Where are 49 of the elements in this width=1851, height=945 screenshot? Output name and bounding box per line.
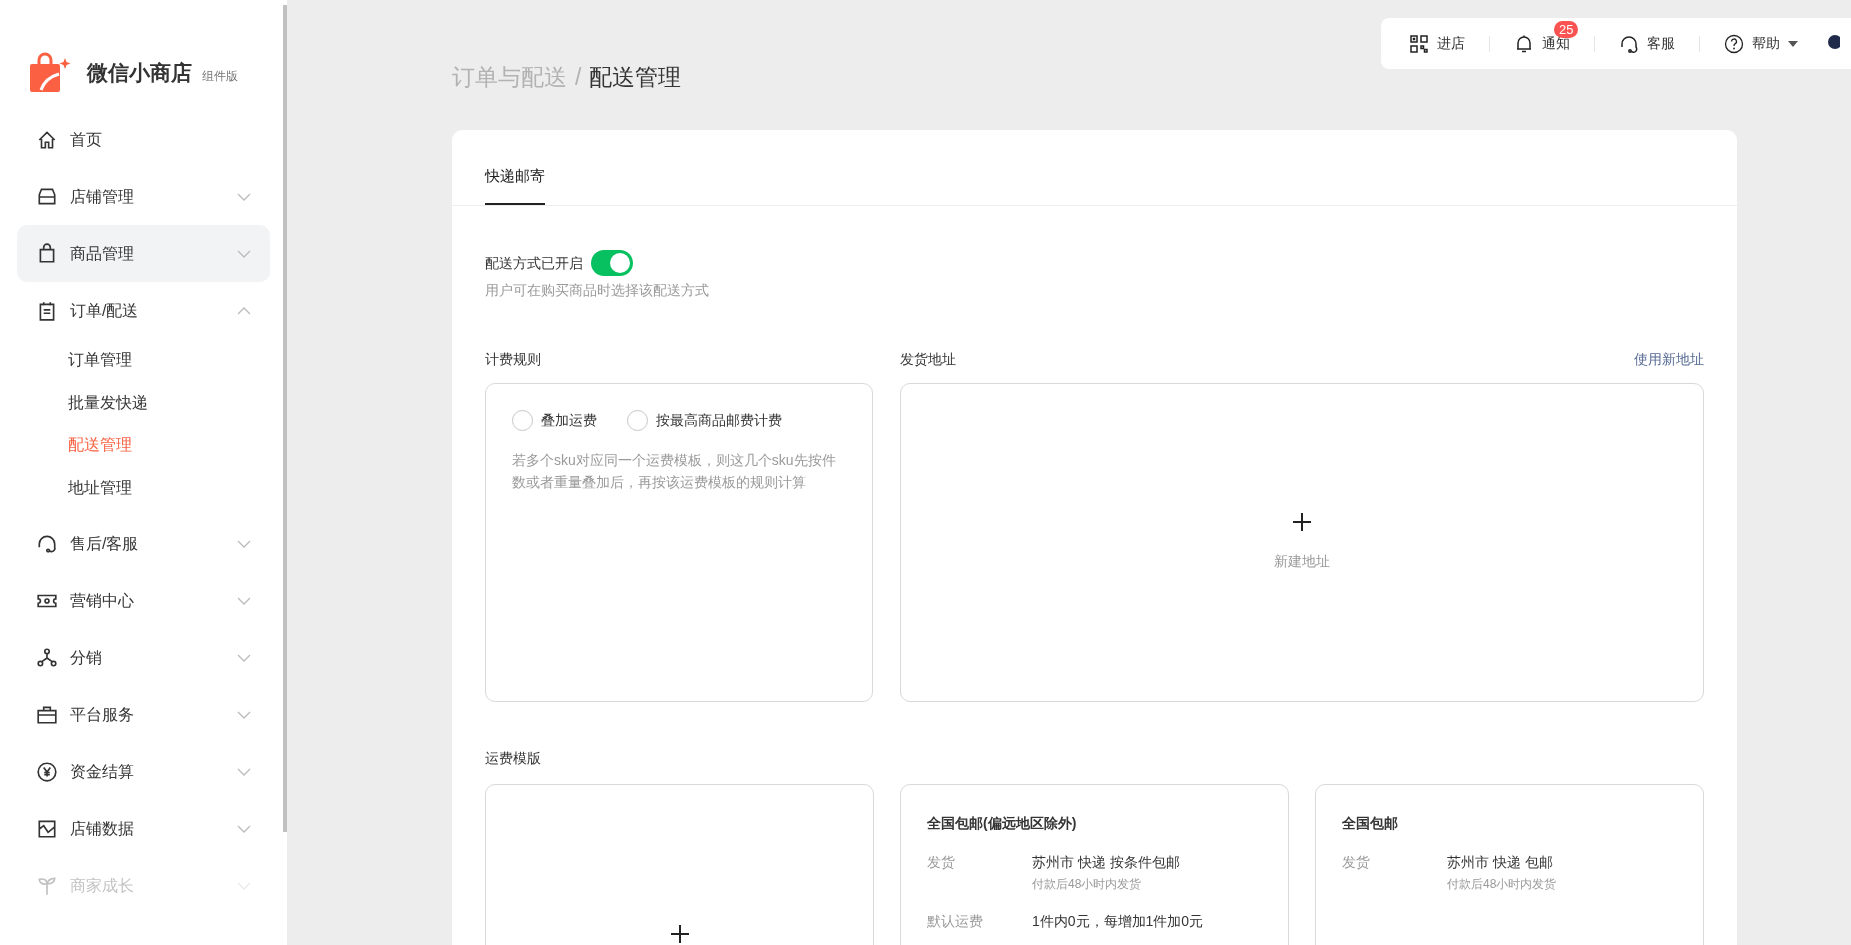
field-label: 默认运费 <box>927 912 984 931</box>
field-label: 发货 <box>1342 853 1371 872</box>
field-value: 苏州市 快递 包邮 <box>1447 853 1554 872</box>
breadcrumb-separator: / <box>575 63 582 92</box>
help-icon <box>1724 33 1744 54</box>
toolbar-button[interactable]: 帮助 <box>1724 33 1798 54</box>
nav-item[interactable]: 商品管理 <box>17 225 270 282</box>
brand-name: 微信小商店 <box>87 59 192 86</box>
plus-icon <box>1293 513 1311 531</box>
page-title: 配送管理 <box>589 63 682 92</box>
radio-option[interactable]: 叠加运费 <box>512 410 597 431</box>
nav-subitem[interactable]: 批量发快递 <box>68 381 287 424</box>
bell-icon <box>1514 33 1534 54</box>
shipping-template-card[interactable]: 全国包邮 发货 苏州市 快递 包邮 付款后48小时内发货 <box>1315 784 1704 945</box>
template-name: 全国包邮 <box>1342 814 1399 833</box>
field-value: 苏州市 快递 按条件包邮 <box>1032 853 1180 872</box>
qr-code-icon <box>1409 33 1429 54</box>
edition-label: 组件版 <box>202 67 238 85</box>
yen-coin-icon <box>36 760 58 783</box>
shopping-bag-logo-icon <box>29 51 71 94</box>
section-label: 计费规则 <box>485 350 542 369</box>
scrollbar-thumb[interactable] <box>283 5 287 832</box>
radio-option[interactable]: 按最高商品邮费计费 <box>627 410 782 431</box>
sprout-icon <box>36 874 58 897</box>
delivery-hint: 用户可在购买商品时选择该配送方式 <box>485 281 710 300</box>
delivery-status-label: 配送方式已开启 <box>485 253 583 273</box>
briefcase-icon <box>36 703 58 726</box>
nav-subitem[interactable]: 地址管理 <box>68 466 287 509</box>
template-name: 全国包邮(偏远地区除外) <box>927 814 1078 833</box>
toolbar-button[interactable]: 客服 <box>1619 33 1675 54</box>
nav-subitem[interactable]: 订单管理 <box>68 339 287 382</box>
caret-down-icon <box>1788 40 1798 47</box>
section-label: 运费模版 <box>485 749 542 768</box>
tab[interactable]: 快递邮寄 <box>485 161 545 205</box>
shipping-template-card[interactable]: 全国包邮(偏远地区除外) 发货 苏州市 快递 按条件包邮 付款后48小时内发货 默认运费 1件内0元，每增加1件加0元 <box>900 784 1289 945</box>
plus-icon <box>670 925 689 943</box>
new-address-link[interactable]: 使用新地址 <box>1634 349 1704 369</box>
billing-rule-note: 若多个sku对应同一个运费模板，则这几个sku先按件数或者重量叠加后，再按该运费模板的规则计算 <box>512 451 837 492</box>
delivery-toggle[interactable] <box>591 250 633 276</box>
field-value: 1件内0元，每增加1件加0元 <box>1032 912 1204 931</box>
notification-badge: 25 <box>1554 21 1579 38</box>
line-chart-icon <box>36 817 58 840</box>
headset-icon <box>1619 33 1639 54</box>
section-label: 发货地址 <box>900 350 956 369</box>
field-note: 付款后48小时内发货 <box>1447 876 1557 893</box>
network-nodes-icon <box>36 646 58 669</box>
field-label: 发货 <box>927 853 956 872</box>
field-note: 付款后48小时内发货 <box>1032 876 1143 893</box>
toolbar-button[interactable]: 进店 <box>1409 33 1465 54</box>
